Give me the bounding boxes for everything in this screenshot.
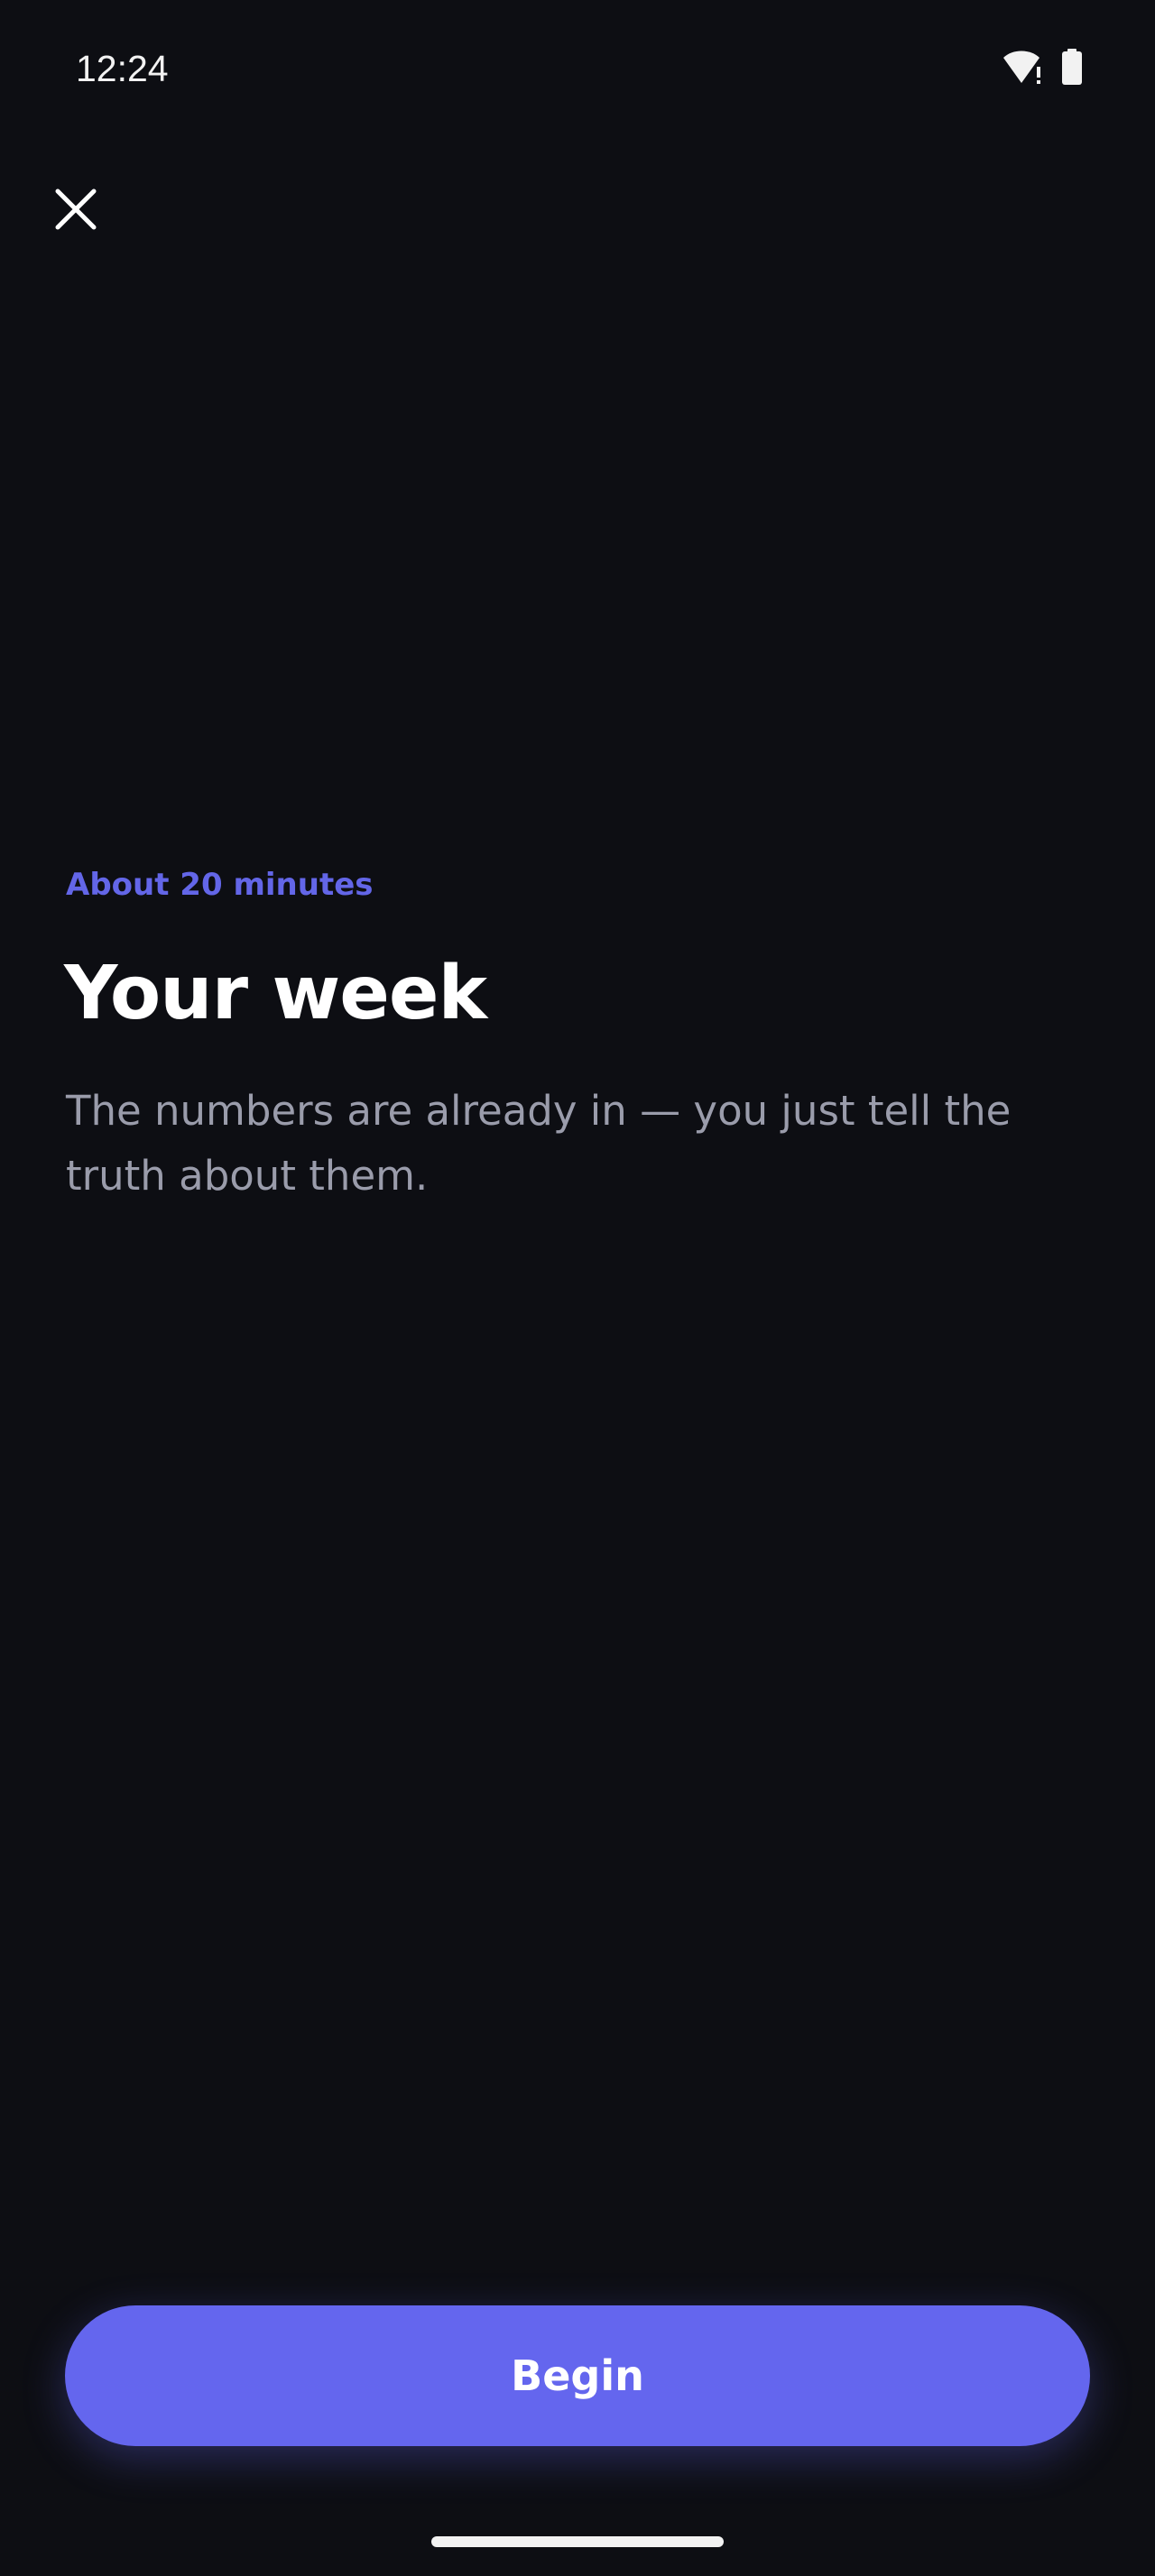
status-time: 12:24 bbox=[76, 48, 169, 89]
begin-button-label: Begin bbox=[511, 2351, 644, 2400]
status-bar: 12:24 bbox=[0, 0, 1155, 135]
battery-icon bbox=[1061, 49, 1083, 88]
home-indicator[interactable] bbox=[431, 2536, 724, 2547]
page-subtitle: The numbers are already in — you just te… bbox=[66, 1087, 1012, 1200]
duration-label: About 20 minutes bbox=[66, 867, 374, 903]
close-icon bbox=[55, 189, 97, 234]
begin-button[interactable]: Begin bbox=[65, 2305, 1090, 2446]
close-button[interactable] bbox=[45, 180, 106, 242]
wifi-alert-icon bbox=[1002, 49, 1045, 88]
status-icons bbox=[1002, 49, 1083, 88]
page-title: Your week bbox=[64, 951, 487, 1036]
